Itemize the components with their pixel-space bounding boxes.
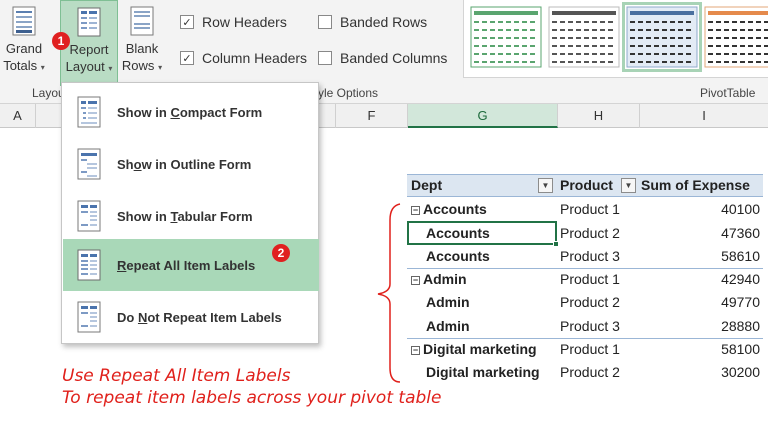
- pivot-dept-text: Digital marketing: [423, 341, 537, 357]
- pivot-dept-cell[interactable]: − Admin: [411, 268, 467, 291]
- style-thumb-blue-selected[interactable]: [622, 2, 702, 72]
- pivot-dept-cell[interactable]: Digital marketing: [426, 361, 540, 384]
- annotation-line-1: Use Repeat All Item Labels: [62, 366, 291, 386]
- grand-totals-label-1: Grand: [5, 41, 43, 56]
- active-cell-selection: [407, 221, 557, 245]
- banded-rows-option[interactable]: Banded Rows: [318, 14, 427, 30]
- grand-totals-icon: [12, 6, 36, 36]
- menu-item-label: Do Not Repeat Item Labels: [117, 309, 282, 325]
- dept-filter-button[interactable]: ▼: [538, 178, 553, 193]
- row-headers-label: Row Headers: [202, 14, 287, 30]
- pivot-value-cell[interactable]: 30200: [660, 361, 760, 384]
- annotation-line-2: To repeat item labels across your pivot …: [62, 388, 442, 408]
- column-header-g[interactable]: G: [408, 104, 558, 128]
- style-options-group-label: yle Options: [318, 86, 379, 100]
- collapse-icon[interactable]: −: [411, 206, 420, 215]
- style-thumb-orange[interactable]: [704, 6, 768, 68]
- report-layout-menu: Show in Compact Form Show in Outline For…: [61, 82, 319, 344]
- pivottable-styles-gallery: [463, 0, 768, 78]
- do-not-repeat-labels-icon: [77, 301, 101, 333]
- pivot-value-cell[interactable]: 58610: [660, 245, 760, 268]
- banded-rows-label: Banded Rows: [340, 14, 428, 30]
- pivot-dept-cell[interactable]: Accounts: [426, 245, 490, 268]
- column-header-i[interactable]: I: [640, 104, 768, 128]
- annotation-bracket: [377, 203, 401, 383]
- report-layout-icon: [77, 7, 101, 37]
- chevron-down-icon: ▾: [158, 63, 163, 72]
- repeat-labels-icon: [77, 249, 101, 281]
- banded-columns-option[interactable]: Banded Columns: [318, 50, 447, 66]
- outline-form-icon: [77, 148, 101, 180]
- pivot-product-cell[interactable]: Product 3: [560, 245, 620, 268]
- menu-item-do-not-repeat-item-labels[interactable]: Do Not Repeat Item Labels: [63, 291, 319, 343]
- step-1-badge: 1: [52, 32, 70, 50]
- blank-rows-label-2: Rows: [121, 58, 155, 73]
- style-thumb-gray[interactable]: [548, 6, 620, 68]
- compact-form-icon: [77, 96, 101, 128]
- collapse-icon[interactable]: −: [411, 346, 420, 355]
- menu-item-label: Show in Outline Form: [117, 156, 252, 172]
- layout-group-label: Layou: [32, 86, 65, 100]
- menu-item-label: Show in Tabular Form: [117, 208, 253, 224]
- chevron-down-icon: ▾: [40, 63, 45, 72]
- column-header-f[interactable]: F: [336, 104, 408, 128]
- pivot-product-cell[interactable]: Product 2: [560, 291, 620, 314]
- pivottable-styles-group-label: PivotTable: [700, 86, 756, 100]
- pivot-dept-cell[interactable]: − Accounts: [411, 198, 487, 221]
- column-header-h[interactable]: H: [558, 104, 640, 128]
- pivot-value-cell[interactable]: 40100: [660, 198, 760, 221]
- pivot-header-product: Product: [560, 177, 613, 193]
- pivot-product-cell[interactable]: Product 1: [560, 268, 620, 291]
- collapse-icon[interactable]: −: [411, 276, 420, 285]
- column-headers-label: Column Headers: [202, 50, 308, 66]
- report-layout-label-2: Layout: [65, 59, 105, 74]
- column-headers-option[interactable]: ✓ Column Headers: [180, 50, 307, 66]
- fill-handle[interactable]: [553, 241, 559, 247]
- report-layout-label-1: Report: [69, 42, 109, 57]
- pivot-dept-cell[interactable]: Admin: [426, 291, 470, 314]
- pivot-dept-cell[interactable]: Admin: [426, 315, 470, 338]
- pivot-value-cell[interactable]: 49770: [660, 291, 760, 314]
- grand-totals-button[interactable]: Grand Totals ▾: [0, 0, 48, 86]
- menu-item-label: Show in Compact Form: [117, 104, 263, 120]
- row-headers-checkbox[interactable]: ✓: [180, 15, 194, 29]
- pivot-header-sum: Sum of Expense: [641, 177, 750, 193]
- pivot-product-cell[interactable]: Product 3: [560, 315, 620, 338]
- product-filter-button[interactable]: ▼: [621, 178, 636, 193]
- menu-item-outline-form[interactable]: Show in Outline Form: [63, 138, 319, 190]
- banded-columns-label: Banded Columns: [340, 50, 448, 66]
- column-header-a[interactable]: A: [0, 104, 36, 128]
- pivot-value-cell[interactable]: 47360: [660, 222, 760, 245]
- menu-item-tabular-form[interactable]: Show in Tabular Form: [63, 190, 319, 242]
- pivot-value-cell[interactable]: 28880: [660, 315, 760, 338]
- tabular-form-icon: [77, 200, 101, 232]
- pivot-dept-text: Accounts: [423, 201, 487, 217]
- pivot-header-dept: Dept: [411, 177, 443, 193]
- blank-rows-label-1: Blank: [125, 41, 159, 56]
- chevron-down-icon: ▾: [108, 64, 113, 73]
- pivot-product-cell[interactable]: Product 1: [560, 198, 620, 221]
- column-headers-checkbox[interactable]: ✓: [180, 51, 194, 65]
- step-2-badge: 2: [272, 244, 290, 262]
- style-thumb-green[interactable]: [470, 6, 542, 68]
- banded-columns-checkbox[interactable]: [318, 51, 332, 65]
- pivot-product-cell[interactable]: Product 2: [560, 222, 620, 245]
- blank-rows-button[interactable]: Blank Rows ▾: [118, 0, 166, 86]
- blank-rows-icon: [130, 6, 154, 36]
- row-headers-option[interactable]: ✓ Row Headers: [180, 14, 287, 30]
- pivot-value-cell[interactable]: 58100: [660, 338, 760, 361]
- pivot-value-cell[interactable]: 42940: [660, 268, 760, 291]
- pivot-product-cell[interactable]: Product 2: [560, 361, 620, 384]
- banded-rows-checkbox[interactable]: [318, 15, 332, 29]
- grand-totals-label-2: Totals: [3, 58, 38, 73]
- menu-item-compact-form[interactable]: Show in Compact Form: [63, 86, 319, 138]
- pivot-product-cell[interactable]: Product 1: [560, 338, 620, 361]
- pivot-dept-cell[interactable]: − Digital marketing: [411, 338, 537, 361]
- pivot-dept-text: Admin: [423, 271, 467, 287]
- menu-item-label: Repeat All Item Labels: [117, 257, 256, 273]
